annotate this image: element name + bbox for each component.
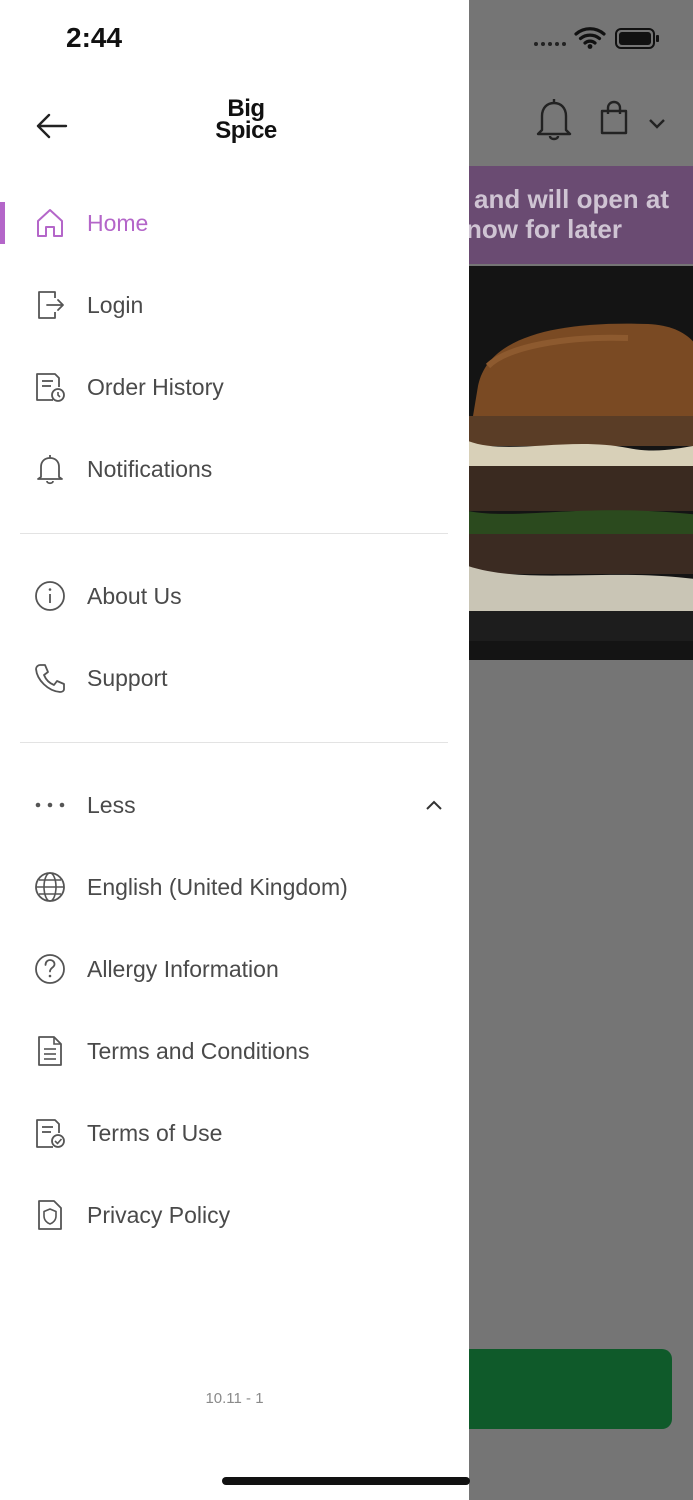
signal-icon: [534, 42, 566, 46]
menu-item-order-history[interactable]: Order History: [0, 352, 469, 422]
bell-icon: [32, 451, 68, 487]
chevron-up-icon: [422, 793, 446, 817]
menu-item-login[interactable]: Login: [0, 270, 469, 340]
brand-logo: Big Spice: [215, 95, 277, 144]
menu-item-support[interactable]: Support: [0, 643, 469, 713]
banner-text-line-2: now for later: [468, 214, 623, 244]
menu-item-less-toggle[interactable]: Less: [0, 770, 469, 840]
home-indicator: [222, 1477, 470, 1485]
document-check-icon: [32, 1115, 68, 1151]
app-version: 10.11 - 1: [205, 1390, 264, 1407]
menu-item-allergy-information[interactable]: Allergy Information: [0, 934, 469, 1004]
menu-item-about-us[interactable]: About Us: [0, 561, 469, 631]
divider: [20, 742, 448, 743]
back-arrow-icon: [36, 113, 68, 139]
menu-item-home[interactable]: Home: [0, 188, 469, 258]
back-arrow-button[interactable]: [30, 104, 74, 148]
menu-item-notifications[interactable]: Notifications: [0, 434, 469, 504]
menu-item-label: Allergy Information: [87, 955, 279, 982]
background-chevron-down-icon: [646, 112, 668, 134]
navigation-drawer: 2:44 Big Spice Home Login Order History …: [0, 0, 469, 1500]
menu-item-label: Notifications: [87, 455, 213, 482]
background-bag-icon: [598, 100, 630, 136]
login-icon: [32, 287, 68, 323]
home-icon: [32, 205, 68, 241]
divider: [20, 533, 448, 534]
menu-item-label: Terms of Use: [87, 1119, 223, 1146]
menu-item-label: Terms and Conditions: [87, 1037, 310, 1064]
order-history-icon: [32, 369, 68, 405]
burger-photo: [468, 266, 693, 660]
menu-item-terms-of-use[interactable]: Terms of Use: [0, 1098, 469, 1168]
banner-text-line-1: and will open at: [474, 184, 670, 214]
menu-item-terms-and-conditions[interactable]: Terms and Conditions: [0, 1016, 469, 1086]
menu-item-label: Less: [87, 791, 136, 818]
phone-icon: [32, 660, 68, 696]
menu-item-privacy-policy[interactable]: Privacy Policy: [0, 1180, 469, 1250]
menu-item-label: About Us: [87, 582, 182, 609]
menu-item-label: Privacy Policy: [87, 1201, 231, 1228]
menu-item-label: Login: [87, 291, 144, 318]
question-icon: [32, 951, 68, 987]
status-bar-indicators: [532, 24, 662, 54]
more-dots-icon: [32, 787, 68, 823]
status-time: 2:44: [66, 22, 123, 53]
menu-item-label: Order History: [87, 373, 224, 400]
wifi-icon: [574, 27, 606, 45]
menu-item-label: Home: [87, 209, 149, 236]
document-list-icon: [32, 1033, 68, 1069]
background-bell-icon: [534, 96, 574, 142]
globe-icon: [32, 869, 68, 905]
menu-item-label: Support: [87, 664, 168, 691]
info-icon: [32, 578, 68, 614]
shield-document-icon: [32, 1197, 68, 1233]
menu-item-language[interactable]: English (United Kingdom): [0, 852, 469, 922]
background-order-button: [440, 1349, 672, 1429]
battery-icon: [615, 28, 659, 49]
background-store-closed-banner: and will open at now for later: [468, 166, 693, 264]
menu-item-label: English (United Kingdom): [87, 873, 348, 900]
